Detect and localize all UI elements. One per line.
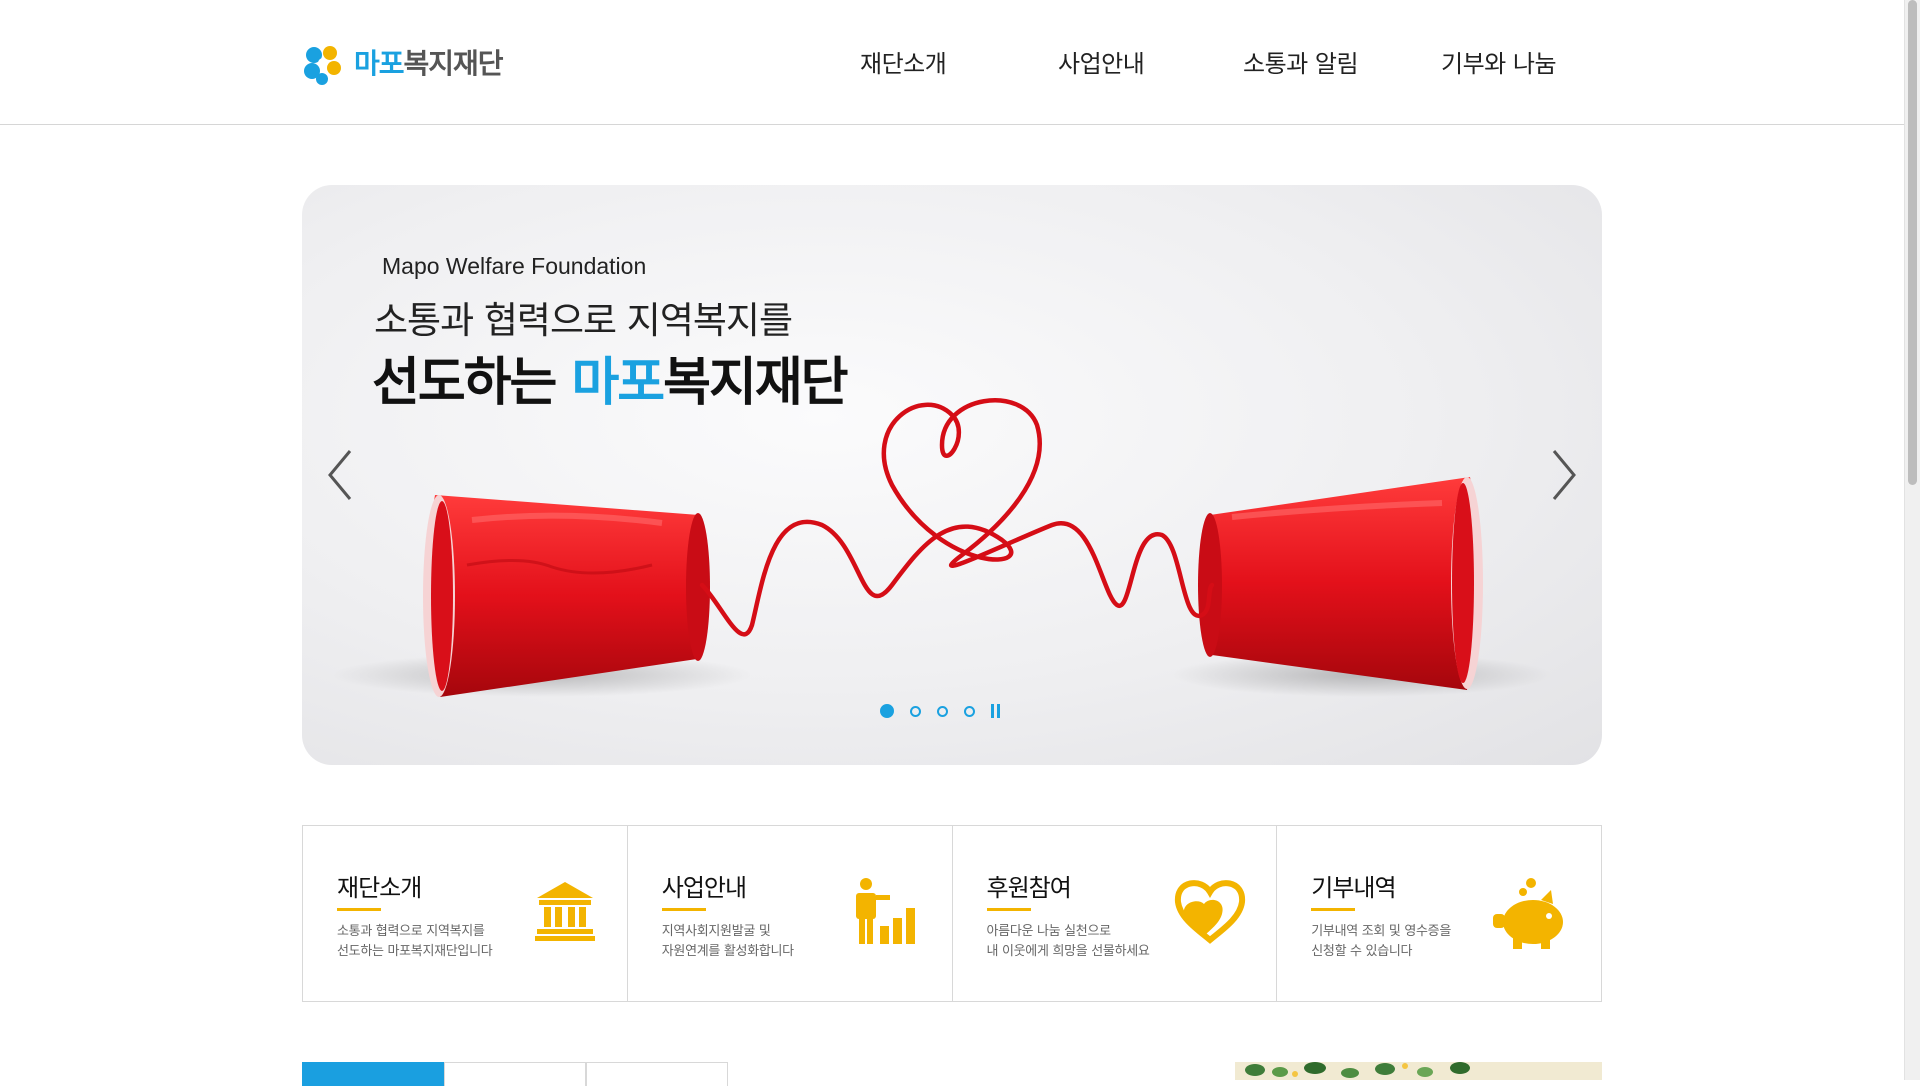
hero-heading-suffix: 복지재단 (663, 353, 848, 413)
board-tab-2[interactable] (444, 1062, 586, 1086)
slider-pagination (880, 704, 1003, 718)
nav-item-business[interactable]: 사업안내 (1058, 44, 1145, 79)
leaf-pattern-icon (1245, 1062, 1470, 1078)
logo-text-part2: 복지재단 (403, 47, 504, 80)
quick-link-title: 후원참여 (986, 874, 1072, 902)
slider-dot-3[interactable] (937, 705, 948, 717)
hero-heading-line1: 소통과 협력으로 지역복지를 (374, 299, 793, 342)
logo-text-part1: 마포 (354, 47, 405, 80)
page-scrollbar[interactable] (1904, 0, 1920, 1080)
quick-links: 재단소개 소통과 협력으로 지역복지를 선도하는 마포복지재단입니다 사업안내 … (302, 825, 1602, 1002)
quick-link-title: 기부내역 (1311, 874, 1396, 902)
quick-link-title: 사업안내 (661, 874, 747, 902)
title-underline (986, 908, 1031, 911)
logo-text: 마포복지재단 (354, 47, 504, 80)
scrollbar-thumb[interactable] (1908, 0, 1917, 485)
site-header: 마포복지재단 재단소개 사업안내 소통과 알림 기부와 나눔 (0, 0, 1905, 125)
nav-item-news[interactable]: 소통과 알림 (1243, 44, 1359, 79)
hero-slider: Mapo Welfare Foundation 소통과 협력으로 지역복지를 선… (302, 185, 1602, 765)
slider-dot-2[interactable] (910, 705, 921, 717)
building-icon (534, 882, 595, 941)
quick-link-support[interactable]: 후원참여 아름다운 나눔 실천으로 내 이웃에게 희망을 선물하세요 (953, 826, 1278, 1001)
board-tabs (302, 1062, 728, 1086)
quick-link-desc: 지역사회지원발굴 및 자원연계를 활성화합니다 (661, 924, 794, 959)
chevron-left-icon (328, 450, 352, 500)
board-tab-1[interactable] (302, 1062, 444, 1086)
hero-heading-line2: 선도하는 마포복지재단 (372, 340, 849, 415)
chevron-right-icon (1552, 450, 1576, 500)
title-underline (337, 908, 381, 911)
quick-link-title: 재단소개 (337, 874, 422, 902)
slider-next-button[interactable] (1542, 445, 1582, 505)
hero-subtitle: Mapo Welfare Foundation (382, 253, 647, 279)
slider-prev-button[interactable] (322, 445, 362, 505)
nav-item-foundation[interactable]: 재단소개 (860, 44, 947, 79)
quick-link-desc: 아름다운 나눔 실천으로 내 이웃에게 희망을 선물하세요 (986, 924, 1150, 959)
promo-banner[interactable] (1235, 1062, 1602, 1080)
hero-heading-highlight: 마포 (571, 353, 665, 413)
quick-link-desc: 소통과 협력으로 지역복지를 선도하는 마포복지재단입니다 (337, 924, 493, 959)
quick-link-foundation[interactable]: 재단소개 소통과 협력으로 지역복지를 선도하는 마포복지재단입니다 (303, 826, 628, 1001)
hero-heading-prefix: 선도하는 (372, 353, 572, 413)
nav-item-donation[interactable]: 기부와 나눔 (1441, 44, 1557, 79)
title-underline (1311, 908, 1356, 911)
site-logo[interactable]: 마포복지재단 (300, 40, 504, 88)
pause-icon[interactable] (991, 704, 1003, 718)
slider-dot-4[interactable] (964, 705, 975, 717)
growth-chart-icon (855, 878, 915, 944)
heart-hands-icon (1175, 880, 1246, 944)
logo-flower-icon (304, 46, 341, 85)
board-tab-3[interactable] (586, 1062, 728, 1086)
piggy-bank-icon (1493, 878, 1563, 949)
quick-link-business[interactable]: 사업안내 지역사회지원발굴 및 자원연계를 활성화합니다 (628, 826, 953, 1001)
quick-link-donation-history[interactable]: 기부내역 기부내역 조회 및 영수증을 신청할 수 있습니다 (1277, 826, 1601, 1001)
quick-link-desc: 기부내역 조회 및 영수증을 신청할 수 있습니다 (1311, 924, 1452, 959)
slider-dot-1[interactable] (880, 704, 894, 718)
title-underline (661, 908, 706, 911)
